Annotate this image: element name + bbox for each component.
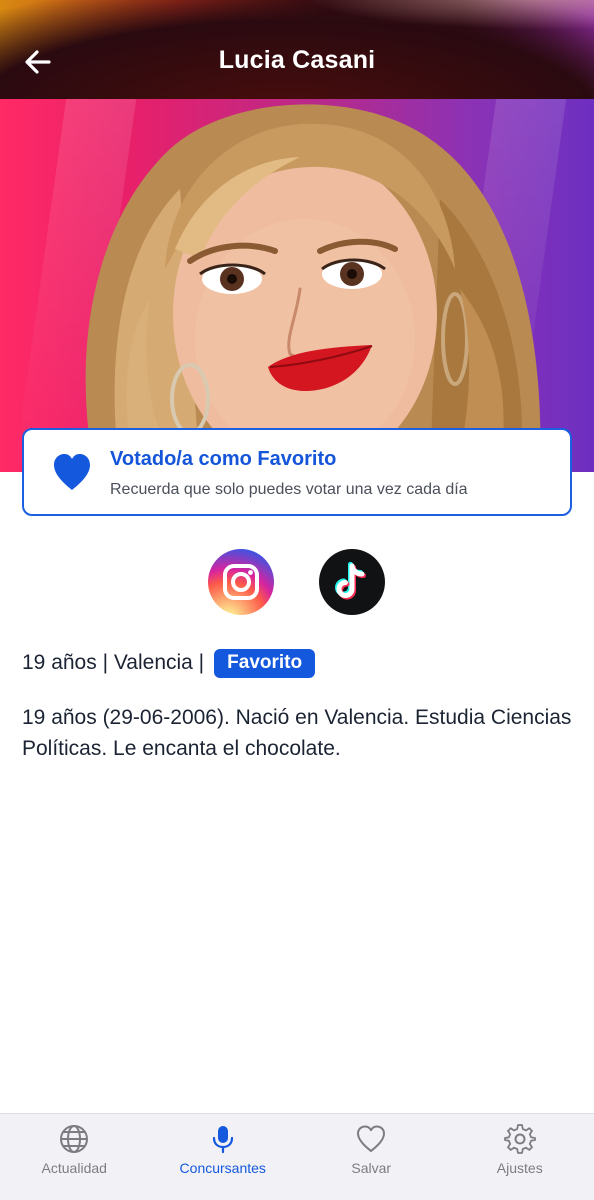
favorite-vote-card[interactable]: Votado/a como Favorito Recuerda que solo… [22, 428, 572, 516]
nav-item-actualidad[interactable]: Actualidad [0, 1114, 149, 1200]
favorite-badge: Favorito [214, 648, 316, 678]
nav-item-salvar[interactable]: Salvar [297, 1114, 446, 1200]
contestant-photo [0, 99, 594, 472]
age-city-text: 19 años | Valencia | [22, 651, 205, 674]
page-title: Lucia Casani [218, 46, 376, 74]
top-app-bar: Lucia Casani [0, 0, 594, 99]
microphone-icon [212, 1126, 233, 1154]
globe-icon [60, 1125, 89, 1153]
nav-item-concursantes[interactable]: Concursantes [149, 1114, 298, 1200]
instagram-icon [223, 564, 259, 600]
nav-item-ajustes[interactable]: Ajustes [446, 1114, 594, 1200]
contestant-summary: 19 años | Valencia | Favorito [22, 648, 316, 678]
gear-icon [503, 1124, 536, 1154]
tiktok-icon [335, 562, 366, 600]
heart-icon [54, 454, 90, 490]
bottom-navigation: Actualidad Concursantes Salvar Ajustes [0, 1113, 594, 1200]
header-glow [300, 0, 594, 30]
contestant-bio: 19 años (29-06-2006). Nació en Valencia.… [22, 706, 572, 760]
tiktok-button[interactable] [319, 549, 385, 615]
heart-outline-icon [357, 1125, 386, 1152]
nav-label: Actualidad [41, 1160, 107, 1176]
nav-label: Ajustes [496, 1160, 543, 1176]
portrait-illustration [85, 104, 541, 472]
vote-title: Votado/a como Favorito [110, 448, 337, 470]
instagram-button[interactable] [208, 549, 274, 615]
nav-label: Concursantes [179, 1160, 266, 1176]
vote-subtitle: Recuerda que solo puedes votar una vez c… [110, 481, 468, 498]
nav-label: Salvar [351, 1160, 392, 1176]
